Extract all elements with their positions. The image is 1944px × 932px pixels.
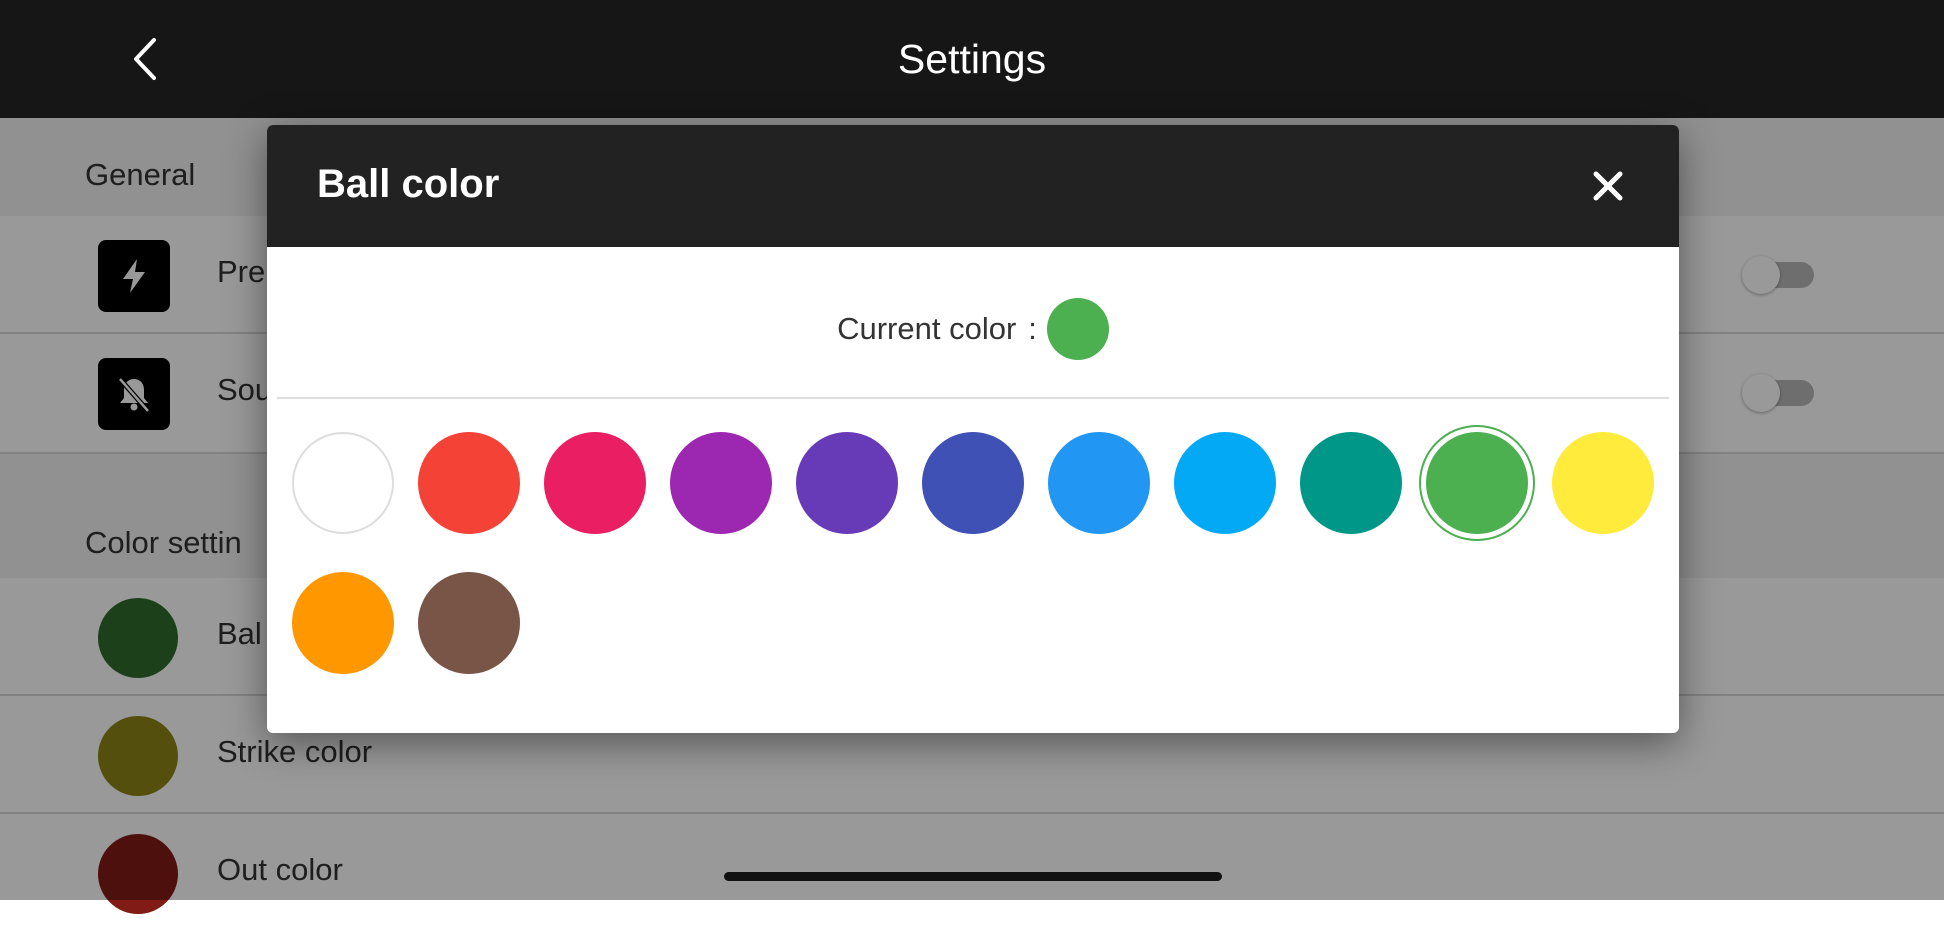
home-indicator — [724, 872, 1222, 881]
dialog-header: Ball color — [267, 125, 1679, 247]
page-title: Settings — [897, 36, 1047, 82]
color-swatch[interactable] — [418, 432, 520, 534]
current-color-label: Current color — [837, 311, 1017, 346]
color-swatch[interactable] — [418, 572, 520, 674]
close-button[interactable] — [1583, 161, 1633, 211]
current-color-row: Current color : — [267, 297, 1679, 361]
current-color-separator: : — [1028, 311, 1037, 346]
color-swatch[interactable] — [922, 432, 1024, 534]
current-color-swatch — [1046, 298, 1109, 360]
color-swatch[interactable] — [1048, 432, 1150, 534]
color-swatch[interactable] — [544, 432, 646, 534]
ball-color-dialog: Ball color Current color : — [267, 125, 1679, 733]
color-swatch[interactable] — [292, 432, 394, 534]
color-swatch[interactable] — [1552, 432, 1654, 534]
divider — [277, 397, 1669, 399]
color-swatch[interactable] — [292, 572, 394, 674]
color-swatch[interactable] — [1426, 432, 1528, 534]
color-swatch[interactable] — [1174, 432, 1276, 534]
close-icon — [1593, 171, 1623, 201]
dialog-title: Ball color — [317, 162, 500, 206]
top-app-bar: Settings — [0, 0, 1944, 118]
color-swatch[interactable] — [1300, 432, 1402, 534]
color-swatch[interactable] — [670, 432, 772, 534]
color-swatch[interactable] — [796, 432, 898, 534]
